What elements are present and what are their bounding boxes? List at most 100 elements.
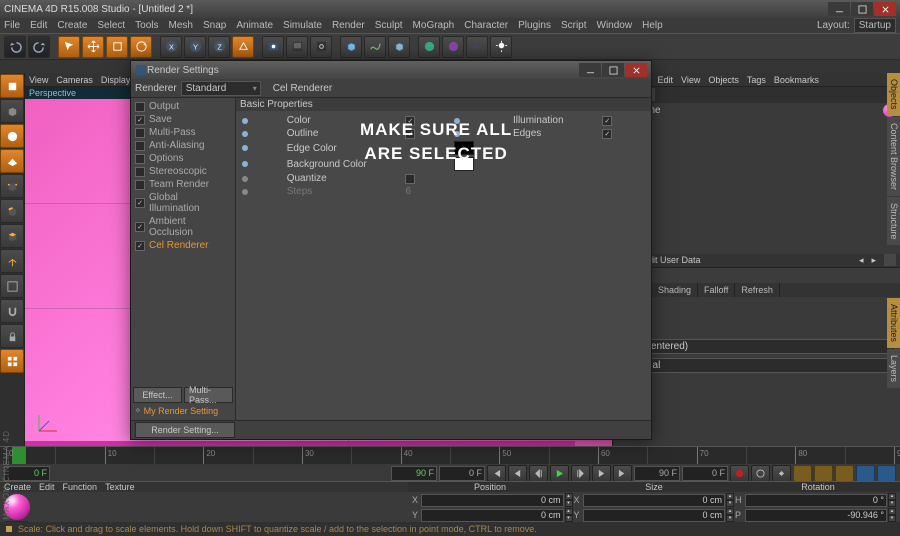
model-mode-icon[interactable] <box>0 99 24 123</box>
vp-menu-view[interactable]: View <box>29 75 48 85</box>
rs-item[interactable]: Cel Renderer <box>133 239 233 252</box>
stepper-icon[interactable]: ▴▾ <box>726 493 734 507</box>
rs-item[interactable]: Anti-Aliasing <box>133 139 233 152</box>
toggle-pos-icon[interactable] <box>793 465 812 482</box>
attr-grid-icon[interactable] <box>884 254 896 266</box>
viewport-solo-icon[interactable] <box>0 274 24 298</box>
vp-menu-display[interactable]: Display <box>101 75 131 85</box>
rs-item-check[interactable] <box>135 180 145 190</box>
menu-render[interactable]: Render <box>332 20 365 31</box>
menu-window[interactable]: Window <box>597 20 633 31</box>
toggle-pla-icon[interactable] <box>877 465 896 482</box>
stepper-icon[interactable]: ▴▾ <box>565 508 573 522</box>
tree-row-plane[interactable]: Plane <box>613 103 900 118</box>
rs-multipass-button[interactable]: Multi-Pass... <box>184 387 233 403</box>
om-menu-view[interactable]: View <box>681 75 700 85</box>
spline-icon[interactable] <box>364 36 386 58</box>
close-button[interactable] <box>874 2 896 16</box>
point-mode-icon[interactable] <box>0 174 24 198</box>
undo-icon[interactable] <box>4 36 26 58</box>
workplane-icon[interactable] <box>0 149 24 173</box>
y-axis-icon[interactable]: Y <box>184 36 206 58</box>
prop-edges-check[interactable] <box>602 129 612 139</box>
rs-item[interactable]: Output <box>133 100 233 113</box>
render-settings-icon[interactable] <box>310 36 332 58</box>
x-axis-icon[interactable]: X <box>160 36 182 58</box>
rs-item[interactable]: Ambient Occlusion <box>133 215 233 239</box>
picture-viewer-icon[interactable] <box>286 36 308 58</box>
timeline-ruler[interactable]: 0102030405060708090 <box>0 446 900 464</box>
toggle-rot-icon[interactable] <box>835 465 854 482</box>
menu-help[interactable]: Help <box>642 20 663 31</box>
menu-create[interactable]: Create <box>57 20 87 31</box>
menu-simulate[interactable]: Simulate <box>283 20 322 31</box>
maximize-button[interactable] <box>851 2 873 16</box>
polygon-mode-icon[interactable] <box>0 224 24 248</box>
goto-start-icon[interactable] <box>487 465 506 482</box>
primitive-cube-icon[interactable] <box>340 36 362 58</box>
prev-key-icon[interactable] <box>508 465 527 482</box>
environment-icon[interactable] <box>442 36 464 58</box>
menu-mograph[interactable]: MoGraph <box>413 20 455 31</box>
prop-illum-check[interactable] <box>602 116 612 126</box>
menu-mesh[interactable]: Mesh <box>169 20 193 31</box>
side-tab-content[interactable]: Content Browser <box>887 117 900 196</box>
rs-close-button[interactable] <box>625 63 647 77</box>
current-frame-field[interactable]: 0 F <box>439 466 485 481</box>
attr-mode-label[interactable]: Mode Edit User Data <box>617 255 851 265</box>
range-end-field[interactable]: 90 F <box>391 466 437 481</box>
om-menu-tags[interactable]: Tags <box>747 75 766 85</box>
play-icon[interactable] <box>550 465 569 482</box>
menu-edit[interactable]: Edit <box>30 20 47 31</box>
rs-item-check[interactable] <box>135 198 145 208</box>
rs-render-setting-button[interactable]: Render Setting... <box>135 422 235 438</box>
menu-snap[interactable]: Snap <box>203 20 226 31</box>
coord-field[interactable]: 0 cm <box>583 509 725 522</box>
stepper-icon[interactable]: ▴▾ <box>888 508 896 522</box>
locked-workplane-icon[interactable] <box>0 324 24 348</box>
playhead[interactable] <box>12 447 26 464</box>
om-menu-edit[interactable]: Edit <box>658 75 674 85</box>
generator-icon[interactable] <box>388 36 410 58</box>
toggle-scale-icon[interactable] <box>814 465 833 482</box>
next-key-icon[interactable] <box>592 465 611 482</box>
rs-maximize-button[interactable] <box>602 63 624 77</box>
rs-renderer-dropdown[interactable]: Standard <box>181 81 261 96</box>
texture-mode-icon[interactable] <box>0 124 24 148</box>
edge-mode-icon[interactable] <box>0 199 24 223</box>
om-menu-objects[interactable]: Objects <box>708 75 739 85</box>
tab-falloff[interactable]: Falloff <box>698 283 735 297</box>
goto-end-icon[interactable] <box>613 465 632 482</box>
z-axis-icon[interactable]: Z <box>208 36 230 58</box>
rotate-icon[interactable] <box>130 36 152 58</box>
rs-item[interactable]: Save <box>133 113 233 126</box>
next-frame-icon[interactable] <box>571 465 590 482</box>
snap-icon[interactable] <box>0 299 24 323</box>
om-menu-bookmarks[interactable]: Bookmarks <box>774 75 819 85</box>
menu-select[interactable]: Select <box>97 20 125 31</box>
rs-my-setting[interactable]: ⋄My Render Setting <box>133 403 233 418</box>
attr-dropdown-continuity[interactable]: uity (Centered) <box>617 339 896 354</box>
rs-item[interactable]: Options <box>133 152 233 165</box>
coord-system-icon[interactable] <box>232 36 254 58</box>
coord-field[interactable]: 0 ° <box>745 494 887 507</box>
rs-item[interactable]: Multi-Pass <box>133 126 233 139</box>
render-view-icon[interactable] <box>262 36 284 58</box>
camera-icon[interactable] <box>466 36 488 58</box>
rs-item-check[interactable] <box>135 241 145 251</box>
rs-item-check[interactable] <box>135 154 145 164</box>
end-frame-field[interactable]: 90 F <box>634 466 680 481</box>
menu-character[interactable]: Character <box>464 20 508 31</box>
tab-shading[interactable]: Shading <box>652 283 698 297</box>
rs-item-check[interactable] <box>135 115 145 125</box>
side-tab-structure[interactable]: Structure <box>887 197 900 246</box>
menu-plugins[interactable]: Plugins <box>518 20 551 31</box>
stepper-icon[interactable]: ▴▾ <box>565 493 573 507</box>
live-select-icon[interactable] <box>58 36 80 58</box>
rs-item-check[interactable] <box>135 102 145 112</box>
rs-item[interactable]: Stereoscopic <box>133 165 233 178</box>
menu-animate[interactable]: Animate <box>236 20 273 31</box>
rs-title-bar[interactable]: Render Settings <box>131 61 651 79</box>
rs-minimize-button[interactable] <box>579 63 601 77</box>
autokey-icon[interactable] <box>751 465 770 482</box>
